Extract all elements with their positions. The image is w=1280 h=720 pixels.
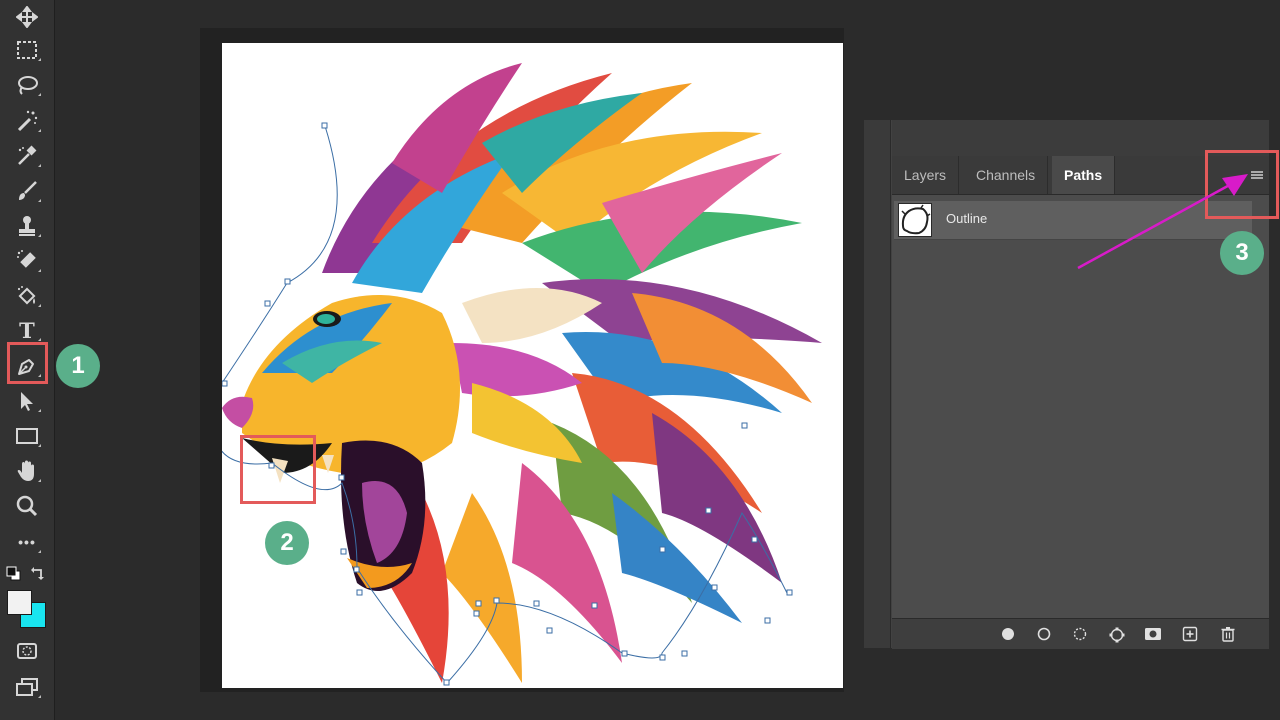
delete-path-icon (1221, 627, 1235, 642)
lasso-tool[interactable] (10, 70, 44, 100)
tab-layers[interactable]: Layers (892, 156, 960, 194)
screen-mode-icon (16, 678, 38, 696)
pen-tool-highlight (7, 342, 48, 384)
pointer-arrow (1077, 174, 1248, 270)
make-work-path-icon (1109, 627, 1125, 643)
stroke-path-icon (1037, 627, 1051, 641)
quick-mask-button[interactable] (10, 636, 44, 666)
move-icon (16, 6, 38, 28)
hand-icon (17, 460, 34, 481)
tab-channels[interactable]: Channels (964, 156, 1049, 194)
panel-collapse-strip[interactable] (864, 120, 891, 648)
paint-bucket-tool[interactable] (10, 281, 44, 311)
default-colors-button[interactable] (6, 566, 22, 582)
more-icon: ••• (18, 534, 36, 550)
eraser-tool[interactable] (10, 246, 44, 276)
lion-silhouette-thumbnail (899, 204, 931, 236)
clone-stamp-tool[interactable] (10, 211, 44, 241)
load-selection-icon (1073, 627, 1087, 641)
rectangle-icon (16, 428, 38, 444)
foreground-color-swatch[interactable] (7, 590, 32, 615)
new-path-button[interactable] (1182, 626, 1198, 642)
type-tool[interactable]: T (10, 315, 44, 345)
stroke-path-button[interactable] (1036, 626, 1052, 642)
load-selection-button[interactable] (1072, 626, 1088, 642)
eraser-icon (17, 250, 36, 268)
make-work-path-button[interactable] (1108, 626, 1125, 643)
eyedropper-icon (18, 145, 37, 165)
quick-mask-icon (17, 643, 37, 659)
path-name-label: Outline (946, 211, 988, 226)
paint-bucket-icon (17, 286, 36, 305)
move-tool[interactable] (10, 2, 44, 32)
document-canvas[interactable] (222, 43, 843, 688)
anchor-point-highlight (240, 435, 316, 504)
rectangle-tool[interactable] (10, 421, 44, 451)
zoom-tool[interactable] (10, 491, 44, 521)
default-colors-icon (6, 566, 21, 581)
path-select-icon (21, 392, 33, 411)
paths-panel-footer (892, 618, 1269, 649)
lasso-icon (18, 76, 38, 95)
brush-tool[interactable] (10, 176, 44, 206)
add-mask-icon (1145, 628, 1161, 640)
magic-wand-tool[interactable] (10, 106, 44, 136)
marquee-tool[interactable] (10, 35, 44, 65)
more-tools[interactable]: ••• (10, 527, 44, 557)
add-mask-button[interactable] (1144, 626, 1161, 642)
step-2-badge: 2 (265, 521, 309, 565)
step-1-badge: 1 (56, 344, 100, 388)
stamp-icon (19, 216, 35, 236)
path-selection-tool[interactable] (10, 386, 44, 416)
lion-illustration (222, 63, 822, 686)
eyedropper-tool[interactable] (10, 141, 44, 171)
marquee-icon (17, 41, 37, 59)
fill-path-icon (1002, 628, 1014, 640)
hand-tool[interactable] (10, 456, 44, 486)
swap-arrow-icon (31, 567, 44, 580)
path-thumbnail (898, 203, 932, 237)
brush-icon (19, 181, 37, 200)
delete-path-button[interactable] (1220, 626, 1236, 642)
fill-path-button[interactable] (1000, 626, 1016, 642)
magic-wand-icon (17, 110, 38, 132)
zoom-icon (16, 495, 38, 517)
screen-mode-button[interactable] (10, 672, 44, 702)
swap-colors-button[interactable] (30, 566, 46, 582)
new-path-icon (1182, 626, 1198, 642)
type-icon: T (19, 317, 35, 343)
